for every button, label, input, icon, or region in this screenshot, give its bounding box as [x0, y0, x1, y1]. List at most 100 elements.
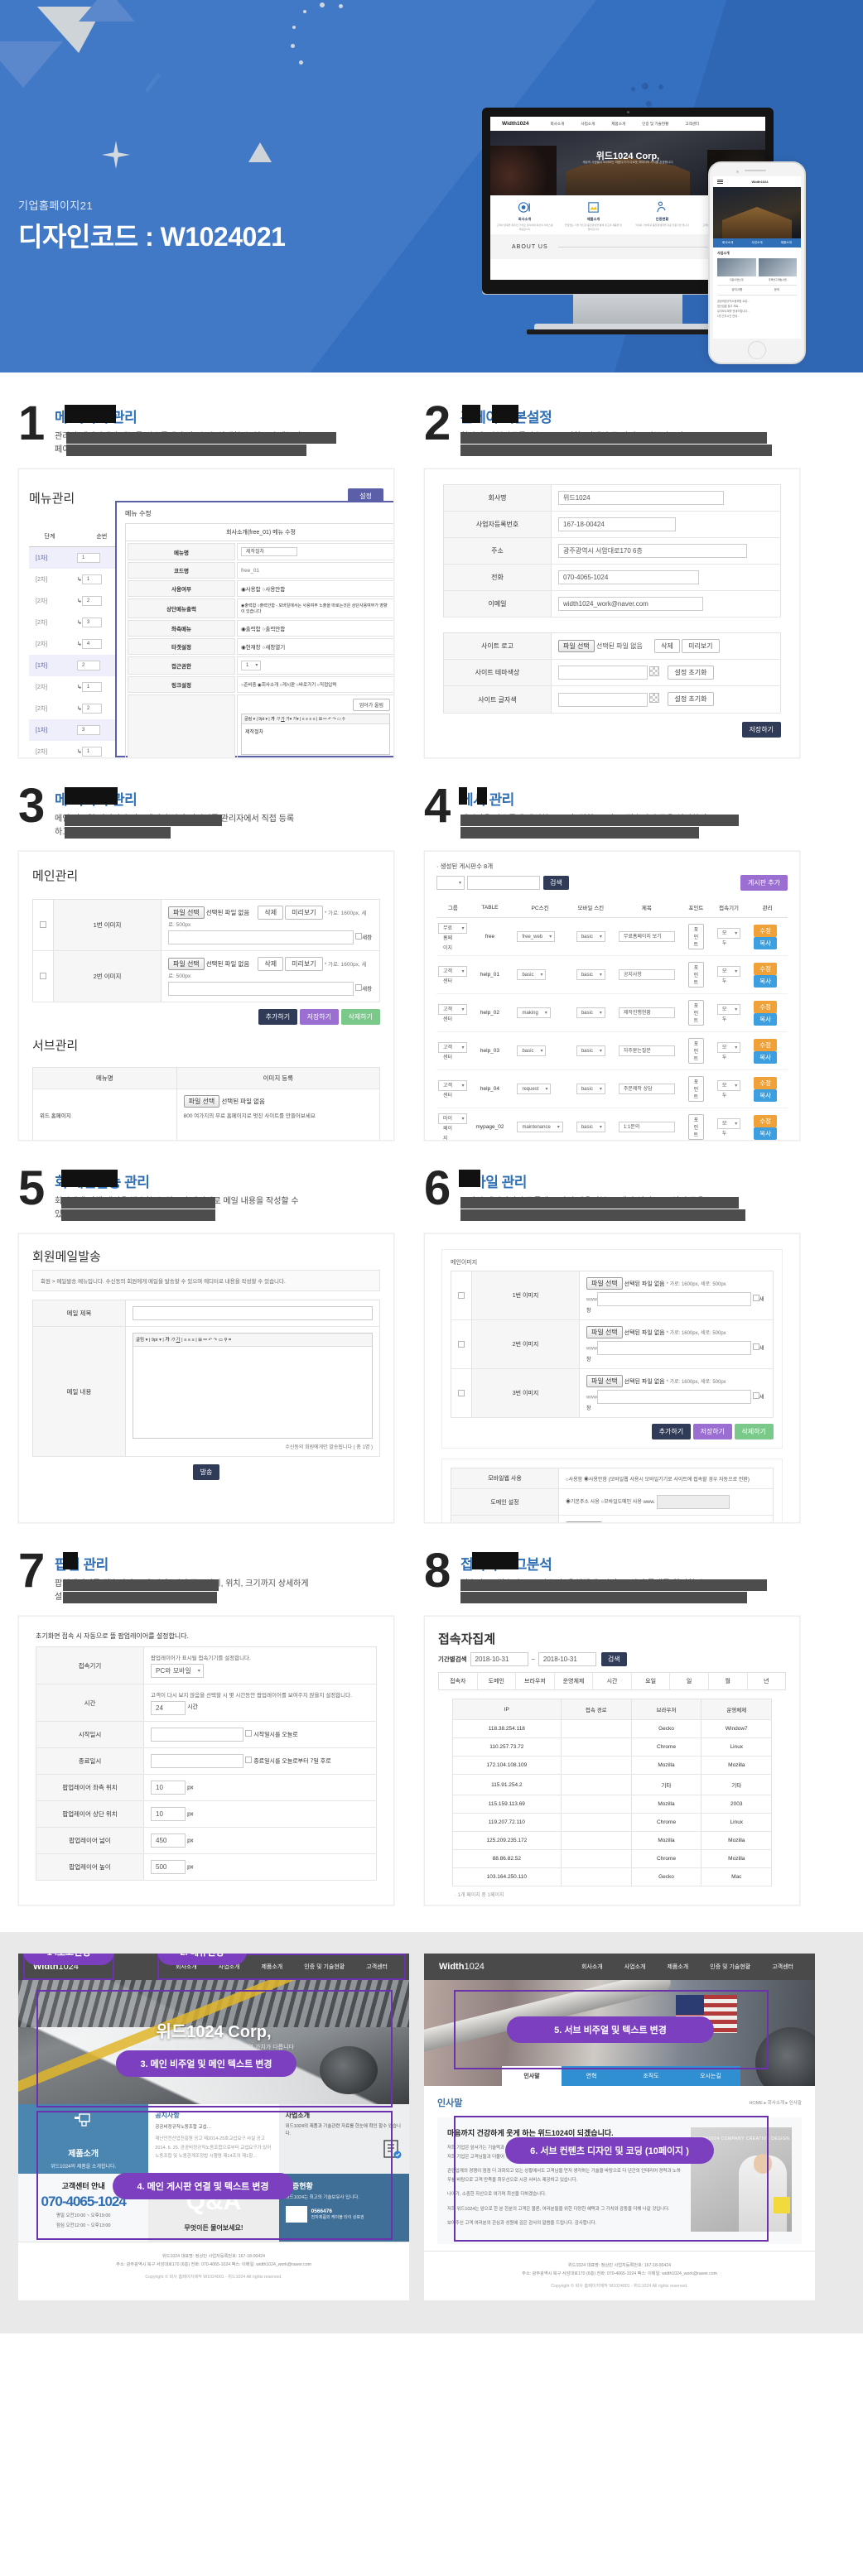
group-select[interactable]: 고객센터: [438, 965, 468, 984]
edit-button[interactable]: 수정: [754, 1038, 778, 1051]
row-checkbox[interactable]: [40, 921, 46, 928]
font-color-input[interactable]: [558, 692, 648, 707]
hamburger-icon[interactable]: [717, 178, 723, 185]
mobile-thumb[interactable]: 국책연구개발사업: [758, 258, 797, 281]
target-radio-group[interactable]: ◉현재창 ○새창열기: [237, 638, 393, 655]
board-add-button[interactable]: 게시판 추가: [740, 875, 788, 891]
start-date-input[interactable]: [151, 1728, 243, 1742]
mock-icon-block[interactable]: 제품소개 끊임없는 기술 혁신과 품질향상을 통해 최고의 제품을 만들어갑니다: [559, 195, 628, 234]
image-preview-button[interactable]: 미리보기: [285, 957, 323, 971]
board-title-input[interactable]: 주문제작 상담: [618, 1084, 675, 1094]
logo-file-select-button[interactable]: 파일 선택: [566, 1521, 602, 1522]
device-select[interactable]: 모두: [716, 1041, 741, 1060]
newwindow-checkbox[interactable]: [355, 933, 363, 940]
order-input[interactable]: 1: [81, 682, 102, 692]
address-input[interactable]: 광주광역시 서암대로170 6층: [558, 544, 747, 558]
log-search-button[interactable]: 검색: [600, 1652, 627, 1666]
sub-tab-greeting[interactable]: 인사말: [502, 2066, 562, 2086]
mock-menu-item[interactable]: 인증 및 기술현황: [642, 122, 668, 127]
mobile-subtab[interactable]: 문의: [757, 286, 797, 295]
sub-tab-history[interactable]: 연혁: [562, 2066, 621, 2086]
copy-button[interactable]: 복사: [754, 1089, 778, 1102]
height-input[interactable]: 500: [151, 1860, 186, 1874]
image-file-select-button[interactable]: 파일 선택: [168, 906, 205, 919]
pc-skin-select[interactable]: making: [517, 1007, 551, 1018]
preview-menu-item[interactable]: 제품소개: [667, 1963, 688, 1971]
theme-reset-button[interactable]: 설정 초기화: [668, 666, 714, 680]
save-image-button[interactable]: 저장하기: [299, 1009, 340, 1025]
editor-toggle-button[interactable]: 업어가 올림: [352, 699, 390, 711]
order-input[interactable]: 1: [76, 553, 100, 563]
mobile-skin-select[interactable]: basic: [576, 1084, 605, 1094]
board-title-input[interactable]: 공지사항: [618, 969, 675, 980]
image-link-input[interactable]: [168, 930, 354, 944]
copy-button[interactable]: 복사: [754, 1127, 778, 1140]
edit-button[interactable]: 수정: [754, 1000, 778, 1013]
image-link-input[interactable]: [168, 982, 354, 996]
save-image-button[interactable]: 저장하기: [692, 1424, 733, 1439]
logo-preview-button[interactable]: 미리보기: [682, 639, 720, 653]
editor-toolbar[interactable]: 굴림 ▾ | 9pt ▾ | 가 가 가 가▾ 가▾ | ≡ ≡ ≡ ≡ | ⊞…: [242, 714, 389, 724]
point-button[interactable]: 포인트: [687, 1076, 704, 1102]
pc-skin-select[interactable]: maintenance: [517, 1122, 563, 1132]
width-input[interactable]: 450: [151, 1833, 186, 1848]
permission-select[interactable]: 1: [241, 661, 262, 670]
hours-input[interactable]: 24: [151, 1701, 186, 1715]
font-reset-button[interactable]: 설정 초기화: [668, 692, 714, 707]
menu-name-input[interactable]: 제작절차: [241, 547, 297, 556]
delete-image-button[interactable]: 삭제하기: [734, 1424, 774, 1439]
editor-content[interactable]: 제작절차: [242, 724, 389, 754]
mail-editor-content[interactable]: [133, 1347, 372, 1438]
mobile-tab[interactable]: 회사소개: [713, 238, 742, 248]
delete-image-button[interactable]: 삭제하기: [340, 1009, 380, 1025]
mobile-subtab[interactable]: 공지사항: [717, 286, 757, 295]
copy-button[interactable]: 복사: [754, 1050, 778, 1064]
mobile-thumb[interactable]: 지원사업소개: [717, 258, 756, 281]
device-select[interactable]: 모두: [716, 1079, 741, 1098]
edit-button[interactable]: 수정: [754, 1114, 778, 1127]
mobile-skin-select[interactable]: basic: [576, 969, 605, 980]
newwindow-checkbox[interactable]: [752, 1392, 759, 1400]
pc-skin-select[interactable]: request: [517, 1084, 552, 1094]
log-tab[interactable]: 브라우저: [516, 1673, 555, 1689]
mock-icon-block[interactable]: 인증현황 국내외 기술력과 품질경쟁력을 갖춘 전문기업 입니다: [628, 195, 697, 234]
basic-settings-save-button[interactable]: 저장하기: [741, 721, 781, 738]
mobile-skin-select[interactable]: basic: [576, 1122, 605, 1132]
log-tab[interactable]: 년: [748, 1673, 786, 1689]
device-select[interactable]: 모두: [716, 965, 741, 984]
point-button[interactable]: 포인트: [687, 1000, 704, 1026]
add-image-button[interactable]: 추가하기: [258, 1009, 298, 1025]
copy-button[interactable]: 복사: [754, 1012, 778, 1026]
theme-color-input[interactable]: [558, 666, 648, 680]
newwindow-checkbox[interactable]: [752, 1295, 759, 1302]
start-today-checkbox[interactable]: [245, 1730, 253, 1737]
point-button[interactable]: 포인트: [687, 924, 704, 949]
use-radio-group[interactable]: ◉사용함 ○사용안함: [237, 580, 393, 597]
board-search-input[interactable]: [467, 876, 540, 890]
link-radio-group[interactable]: ○준비중 ◉회사소개 ○게시판 ○바로가기 ○직접입력: [237, 676, 393, 693]
file-select-button[interactable]: 파일 선택: [586, 1326, 623, 1338]
top-pos-input[interactable]: 10: [151, 1807, 186, 1821]
board-title-input[interactable]: 무료홈페이지 보기: [618, 931, 675, 942]
color-picker-icon[interactable]: [649, 666, 660, 676]
logo-file-select-button[interactable]: 파일 선택: [558, 640, 595, 652]
log-tab[interactable]: 일: [670, 1673, 709, 1689]
logo-delete-button[interactable]: 삭제: [654, 639, 680, 653]
board-search-button[interactable]: 검색: [543, 876, 569, 890]
domain-input[interactable]: [656, 1495, 730, 1509]
preview-notice-card[interactable]: 공지사항 공공비정규직노동조합 교섭… 재난안전산업진흥원 공고 제2014-2…: [148, 2104, 279, 2174]
copy-button[interactable]: 복사: [754, 974, 778, 988]
log-tab[interactable]: 월: [709, 1673, 748, 1689]
mobile-skin-select[interactable]: basic: [576, 1045, 605, 1056]
order-input[interactable]: 2: [76, 661, 100, 670]
newwindow-checkbox[interactable]: [752, 1343, 759, 1351]
preview-product-card[interactable]: 제품소개 위드1024의 제품을 소개합니다.: [18, 2104, 149, 2174]
mock-menu-item[interactable]: 사업소개: [581, 122, 595, 127]
device-select[interactable]: 모두: [716, 927, 741, 946]
end-date-input[interactable]: [151, 1754, 243, 1768]
preview-menu-item[interactable]: 사업소개: [624, 1963, 646, 1971]
device-select[interactable]: PC와 모바일: [151, 1664, 204, 1678]
order-input[interactable]: 4: [81, 639, 102, 649]
date-to-input[interactable]: 2018-10-31: [538, 1652, 596, 1666]
board-filter-select[interactable]: [436, 876, 465, 890]
